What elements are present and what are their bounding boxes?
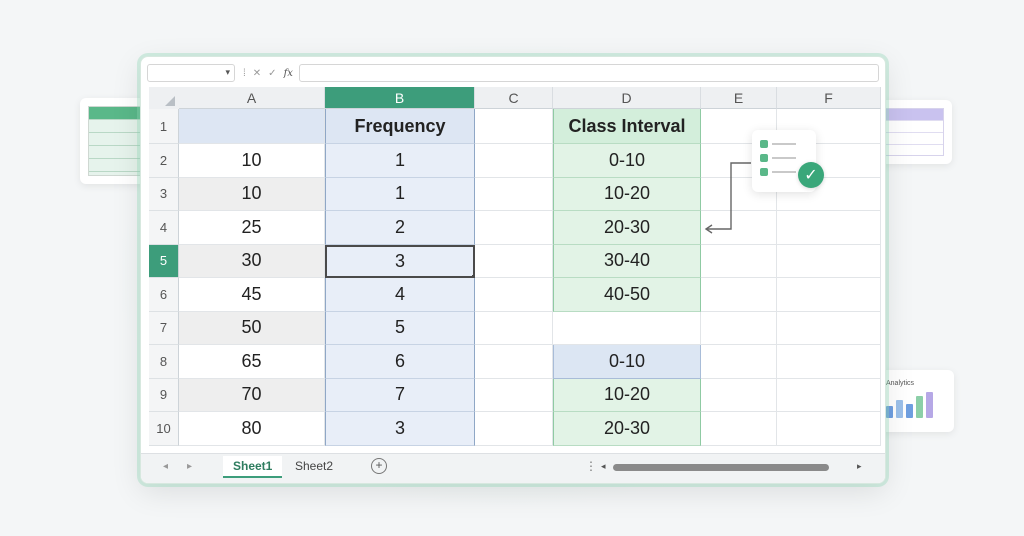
cell-d2[interactable]: 0-10 <box>553 144 701 178</box>
cell-b2[interactable]: 1 <box>325 144 475 178</box>
select-all-corner[interactable] <box>149 87 180 110</box>
formula-bar: ▾ ⁞ ✕ ✓ fx <box>147 63 879 83</box>
cell-a1[interactable] <box>179 109 325 144</box>
cell-a3[interactable]: 10 <box>179 177 325 211</box>
caret-down-icon[interactable]: ▾ <box>225 67 230 78</box>
cell-b6[interactable]: 4 <box>325 278 475 312</box>
cell-a6[interactable]: 45 <box>179 278 325 312</box>
row-header-2[interactable]: 2 <box>149 144 179 178</box>
cell-e8[interactable] <box>701 345 777 379</box>
cell-e10[interactable] <box>701 412 777 446</box>
cell-a7[interactable]: 50 <box>179 311 325 345</box>
analytics-bar <box>926 392 933 418</box>
cell-c6[interactable] <box>475 278 553 312</box>
analytics-bar <box>906 404 913 418</box>
checkmark-icon[interactable]: ✓ <box>268 68 276 79</box>
cell-f8[interactable] <box>777 345 881 379</box>
column-header-a[interactable]: A <box>179 87 325 109</box>
cell-c8[interactable] <box>475 345 553 379</box>
cell-d8[interactable]: 0-10 <box>553 345 701 379</box>
cell-d4[interactable]: 20-30 <box>553 211 701 245</box>
analytics-bar <box>896 400 903 418</box>
cell-d6[interactable]: 40-50 <box>553 278 701 312</box>
cell-c3[interactable] <box>475 177 553 211</box>
scroll-grip-icon: ⋮ <box>585 459 597 473</box>
row-header-8[interactable]: 8 <box>149 345 179 379</box>
cell-f9[interactable] <box>777 378 881 412</box>
cell-f4[interactable] <box>777 211 881 245</box>
cell-b1[interactable]: Frequency <box>325 109 475 144</box>
cell-a9[interactable]: 70 <box>179 378 325 412</box>
next-sheet-icon[interactable]: ▸ <box>187 461 192 472</box>
function-icon[interactable]: fx <box>284 68 293 79</box>
cell-f6[interactable] <box>777 278 881 312</box>
cell-f5[interactable] <box>777 244 881 278</box>
plus-circle-icon[interactable]: + <box>371 458 387 474</box>
cell-d1[interactable]: Class Interval <box>553 109 701 144</box>
decorative-analytics-card: Analytics <box>876 370 954 432</box>
cell-b7[interactable]: 5 <box>325 311 475 345</box>
check-circle-icon: ✓ <box>798 162 824 188</box>
cell-b9[interactable]: 7 <box>325 378 475 412</box>
horizontal-scrollbar[interactable] <box>613 464 829 471</box>
name-box[interactable]: ▾ <box>147 64 235 82</box>
column-header-f[interactable]: F <box>777 87 881 109</box>
cell-d5[interactable]: 30-40 <box>553 244 701 278</box>
cell-b4[interactable]: 2 <box>325 211 475 245</box>
cell-e6[interactable] <box>701 278 777 312</box>
cell-a5[interactable]: 30 <box>179 244 325 278</box>
analytics-bar <box>916 396 923 418</box>
row-header-7[interactable]: 7 <box>149 311 179 345</box>
column-header-b[interactable]: B <box>325 87 475 109</box>
cell-a8[interactable]: 65 <box>179 345 325 379</box>
cell-a4[interactable]: 25 <box>179 211 325 245</box>
prev-sheet-icon[interactable]: ◂ <box>163 461 168 472</box>
cell-e7[interactable] <box>701 311 777 345</box>
column-header-e[interactable]: E <box>701 87 777 109</box>
separator-dots-icon: ⁞ <box>243 67 246 79</box>
cell-c10[interactable] <box>475 412 553 446</box>
scroll-left-icon[interactable]: ◂ <box>601 461 606 472</box>
analytics-bar <box>886 406 893 418</box>
cell-c2[interactable] <box>475 144 553 178</box>
analytics-label: Analytics <box>886 380 915 387</box>
row-header-10[interactable]: 10 <box>149 412 179 446</box>
cell-f10[interactable] <box>777 412 881 446</box>
cell-d9[interactable]: 10-20 <box>553 378 701 412</box>
cell-b5[interactable]: 3 <box>325 244 475 278</box>
cell-e5[interactable] <box>701 244 777 278</box>
cell-d7[interactable] <box>553 311 701 345</box>
cell-c4[interactable] <box>475 211 553 245</box>
cell-c7[interactable] <box>475 311 553 345</box>
cell-d10[interactable]: 20-30 <box>553 412 701 446</box>
cell-d3[interactable]: 10-20 <box>553 177 701 211</box>
row-header-6[interactable]: 6 <box>149 278 179 312</box>
cell-b8[interactable]: 6 <box>325 345 475 379</box>
row-header-3[interactable]: 3 <box>149 177 179 211</box>
cell-c5[interactable] <box>475 244 553 278</box>
cell-e9[interactable] <box>701 378 777 412</box>
row-header-4[interactable]: 4 <box>149 211 179 245</box>
sheet-tab-bar: ◂ ▸ Sheet1 Sheet2 + ⋮ ◂ ▸ <box>141 453 885 483</box>
cell-c1[interactable] <box>475 109 553 144</box>
row-header-1[interactable]: 1 <box>149 109 179 144</box>
formula-input[interactable] <box>298 64 879 82</box>
column-header-c[interactable]: C <box>475 87 553 109</box>
column-header-d[interactable]: D <box>553 87 701 109</box>
cell-a2[interactable]: 10 <box>179 144 325 178</box>
cell-a10[interactable]: 80 <box>179 412 325 446</box>
cell-b3[interactable]: 1 <box>325 177 475 211</box>
cell-c9[interactable] <box>475 378 553 412</box>
scroll-right-icon[interactable]: ▸ <box>857 461 862 472</box>
row-header-9[interactable]: 9 <box>149 378 179 412</box>
spreadsheet-window: ▾ ⁞ ✕ ✓ fx A B C D E F 1 Frequency Class Interva… <box>140 56 886 484</box>
x-icon[interactable]: ✕ <box>253 68 261 79</box>
row-header-5[interactable]: 5 <box>149 244 179 278</box>
tab-sheet2[interactable]: Sheet2 <box>285 456 343 476</box>
tab-sheet1[interactable]: Sheet1 <box>223 456 283 478</box>
cell-f7[interactable] <box>777 311 881 345</box>
cell-b10[interactable]: 3 <box>325 412 475 446</box>
